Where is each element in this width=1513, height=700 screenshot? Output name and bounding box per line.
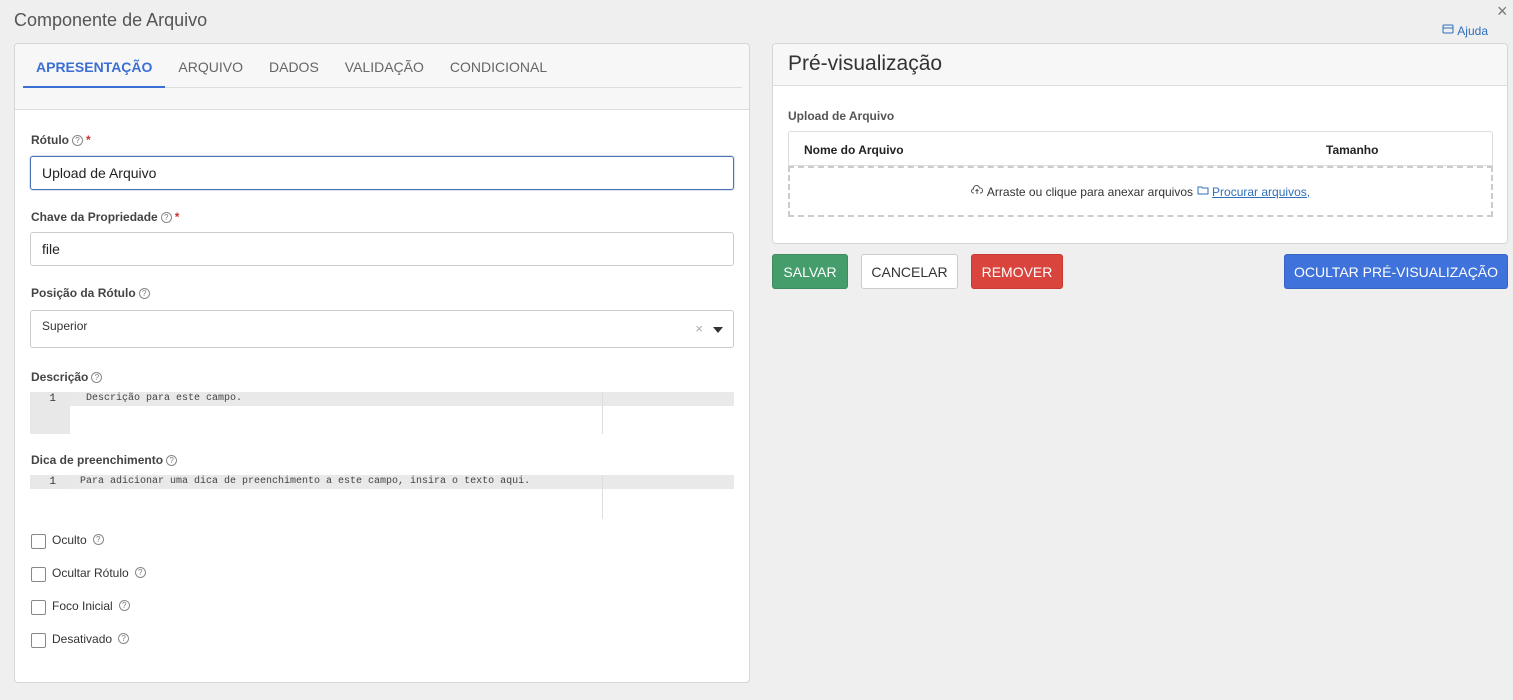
question-icon[interactable]: ? [118,600,130,611]
file-table-header: Nome do Arquivo Tamanho [788,131,1493,166]
print-margin [602,475,603,519]
tooltip-text: Dica de preenchimento [31,453,164,467]
checkbox-label: Ocultar Rótulo [52,565,129,580]
dialog-title: Componente de Arquivo [14,10,208,30]
preview-header: Pré-visualização [773,44,1507,86]
editor-panel: APRESENTAÇÃO ARQUIVO DADOS VALIDAÇÃO CON… [14,43,750,683]
save-button[interactable]: SALVAR [772,254,848,289]
preview-component-label: Upload de Arquivo [788,109,895,123]
checkbox-label: Desativado [52,631,113,646]
browse-files-link[interactable]: Procurar arquivos, [1197,184,1310,199]
label-input[interactable] [30,156,734,190]
print-margin [602,392,603,434]
question-icon[interactable]: ? [72,134,83,146]
tab-dados[interactable]: DADOS [256,44,332,88]
column-size: Tamanho [1326,143,1379,157]
tabs-header: APRESENTAÇÃO ARQUIVO DADOS VALIDAÇÃO CON… [15,44,749,110]
caret-down-icon[interactable] [713,327,723,333]
checkbox[interactable] [31,633,46,648]
checkbox-oculto[interactable]: Oculto ? [31,530,104,549]
hide-preview-button[interactable]: OCULTAR PRÉ-VISUALIZAÇÃO [1284,254,1508,289]
question-icon[interactable]: ? [92,534,104,545]
line-number: 1 [49,393,56,405]
label-field-text: Rótulo [31,133,69,147]
tooltip-editor[interactable]: 1 Para adicionar uma dica de preenchimen… [30,475,734,519]
clear-icon[interactable]: × [695,321,703,337]
checkbox-foco-inicial[interactable]: Foco Inicial ? [31,596,130,615]
line-number: 1 [49,476,56,488]
checkbox[interactable] [31,567,46,582]
key-field-text: Chave da Propriedade [31,210,158,224]
browse-files-label[interactable]: Procurar arquivos, [1212,185,1310,199]
file-dropzone[interactable]: Arraste ou clique para anexar arquivos P… [788,166,1493,217]
checkbox-label: Foco Inicial [52,598,113,613]
close-icon[interactable]: × [1497,2,1513,20]
tooltip-label: Dica de preenchimento ? [31,453,178,467]
label-position-label: Posição da Rótulo ? [31,286,150,300]
help-label: Ajuda [1457,23,1488,38]
description-label: Descrição ? [31,370,103,384]
folder-icon [1197,184,1209,199]
checkbox-desativado[interactable]: Desativado ? [31,629,130,648]
label-position-select[interactable]: Superior × [30,310,734,348]
label-field-label: Rótulo ? * [31,133,91,147]
column-file-name: Nome do Arquivo [804,143,904,157]
code-text[interactable]: Para adicionar uma dica de preenchimento… [80,476,530,487]
question-icon[interactable]: ? [138,287,150,299]
required-mark: * [174,210,180,224]
preview-title: Pré-visualização [788,52,943,75]
cancel-button[interactable]: CANCELAR [861,254,958,289]
question-icon[interactable]: ? [118,633,130,644]
required-mark: * [86,133,91,147]
code-text[interactable]: Descrição para este campo. [86,393,242,404]
checkbox[interactable] [31,534,46,549]
select-value: Superior [42,319,88,333]
tab-arquivo[interactable]: ARQUIVO [165,44,256,88]
tab-validacao[interactable]: VALIDAÇÃO [332,44,437,88]
remove-button[interactable]: REMOVER [971,254,1063,289]
description-editor[interactable]: 1 Descrição para este campo. [30,392,734,434]
preview-panel: Pré-visualização Upload de Arquivo Nome … [772,43,1508,244]
checkbox-label: Oculto [52,532,87,547]
dropzone-text: Arraste ou clique para anexar arquivos [986,184,1194,199]
cloud-upload-icon [970,184,983,199]
question-icon[interactable]: ? [160,211,172,223]
property-key-input[interactable] [30,232,734,266]
question-icon[interactable]: ? [134,567,146,578]
help-link[interactable]: Ajuda [1442,23,1488,38]
label-position-text: Posição da Rótulo [31,286,136,300]
checkbox-ocultar-rotulo[interactable]: Ocultar Rótulo ? [31,563,146,582]
tab-apresentacao[interactable]: APRESENTAÇÃO [23,44,166,88]
tab-condicional[interactable]: CONDICIONAL [437,44,560,88]
description-text: Descrição [31,370,89,384]
help-book-icon [1442,23,1454,38]
key-field-label: Chave da Propriedade ? * [31,210,179,224]
checkbox[interactable] [31,600,46,615]
question-icon[interactable]: ? [166,454,178,466]
question-icon[interactable]: ? [91,371,103,383]
tab-bar: APRESENTAÇÃO ARQUIVO DADOS VALIDAÇÃO CON… [23,44,742,88]
